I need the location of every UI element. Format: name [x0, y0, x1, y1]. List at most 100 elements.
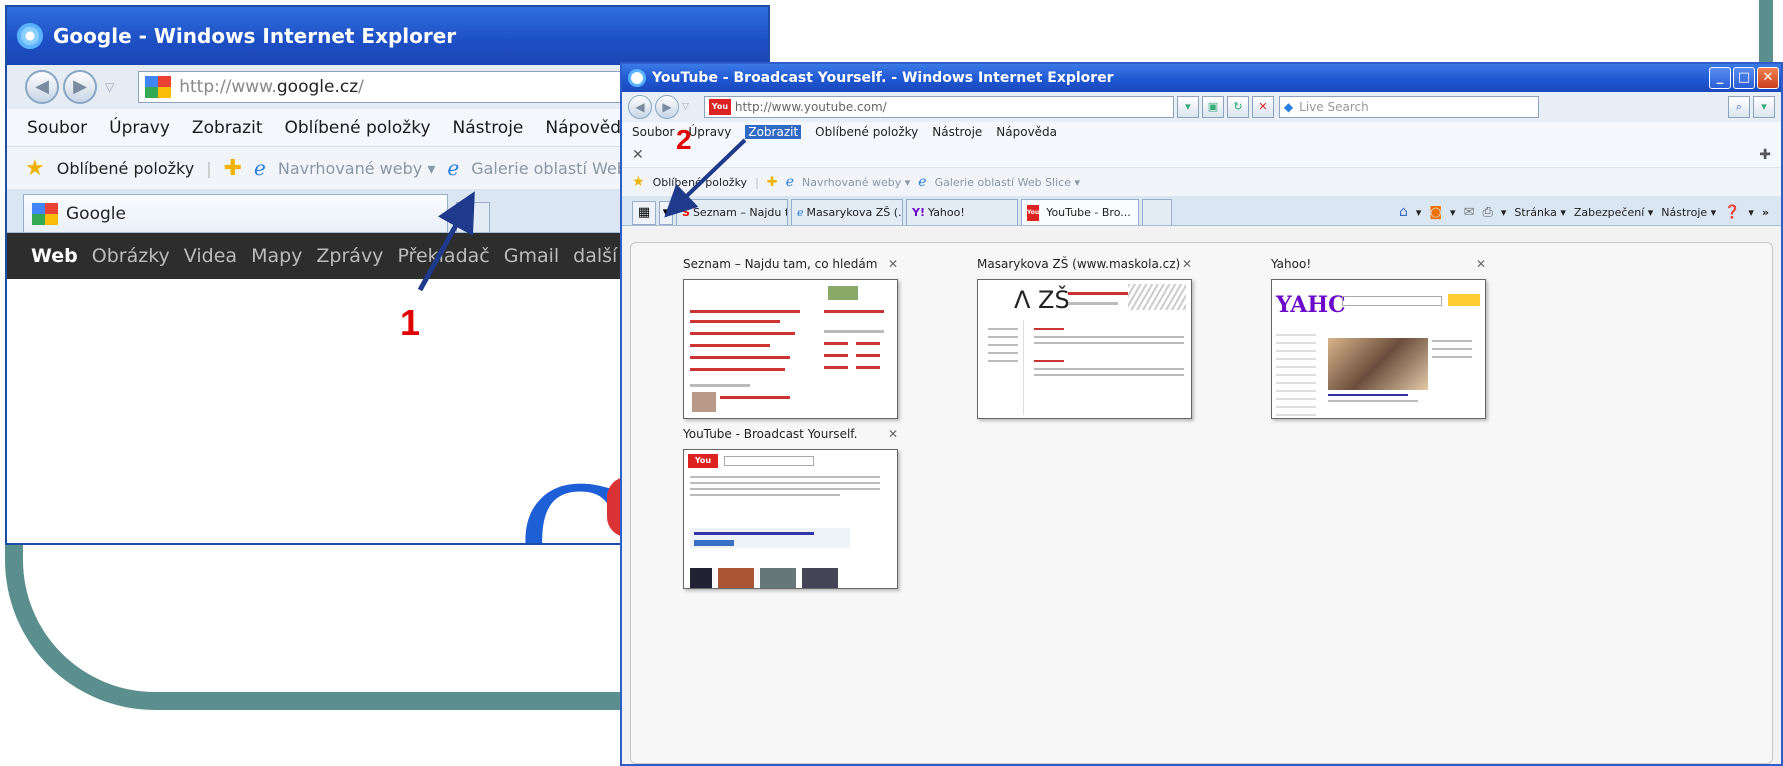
yahoo-logo: YAHC	[1276, 292, 1346, 318]
safety-menu[interactable]: Zabezpečení ▾	[1574, 206, 1653, 219]
help-dropdown-icon[interactable]: ▾	[1748, 206, 1754, 219]
chevron-more-icon[interactable]: »	[1762, 206, 1769, 219]
add-favorite-icon[interactable]: ✚	[767, 175, 778, 190]
ie-logo-icon	[628, 69, 646, 87]
back-button[interactable]: ◀	[25, 70, 59, 104]
favorites-star-icon[interactable]: ★	[632, 174, 645, 190]
new-tab-button[interactable]	[456, 202, 490, 232]
annotation-number-2: 2	[676, 124, 692, 155]
seznam-favicon-icon: S	[682, 206, 690, 219]
address-suffix: /	[358, 77, 364, 97]
print-icon[interactable]: ⎙	[1482, 205, 1492, 220]
quick-tab-yahoo[interactable]: Yahoo! ✕ YAHC	[1271, 257, 1486, 419]
home-dropdown-icon[interactable]: ▾	[1416, 206, 1422, 219]
quick-tab-thumbnail[interactable]: YAHC	[1271, 279, 1486, 419]
tab-google[interactable]: Google	[23, 194, 448, 232]
tab-yahoo[interactable]: Y! Yahoo!	[906, 199, 1018, 225]
google-nav-videos[interactable]: Videa	[184, 245, 237, 267]
menu-oblibene[interactable]: Oblíbené položky	[815, 125, 918, 139]
feeds-dropdown-icon[interactable]: ▾	[1450, 206, 1456, 219]
suggested-sites-button[interactable]: Navrhované weby ▾	[802, 176, 910, 189]
print-dropdown-icon[interactable]: ▾	[1501, 206, 1507, 219]
minimize-button[interactable]: _	[1709, 67, 1731, 89]
history-dropdown-icon[interactable]: ▽	[682, 102, 689, 112]
stop-button[interactable]: ✕	[1251, 96, 1274, 118]
tab-masarykova[interactable]: ℯ Masarykova ZŠ (...	[791, 199, 903, 225]
favorites-star-icon[interactable]: ★	[25, 156, 45, 181]
quick-tab-thumbnail[interactable]: Λ ZŠ	[977, 279, 1192, 419]
web-slice-gallery-button[interactable]: Galerie oblastí Web Slice ▾	[935, 176, 1080, 189]
close-bar-icon[interactable]: ✕	[632, 147, 644, 163]
close-tab-icon[interactable]: ✕	[1138, 206, 1139, 219]
close-window-button[interactable]: ✕	[1757, 67, 1779, 89]
address-bar[interactable]: http://www. google.cz /	[138, 71, 699, 103]
quick-tab-youtube[interactable]: YouTube - Broadcast Yourself. ✕ You	[683, 427, 898, 589]
close-quick-tab-icon[interactable]: ✕	[1476, 257, 1486, 279]
quick-tab-thumbnail[interactable]	[683, 279, 898, 419]
quick-tabs-view: Seznam – Najdu tam, co hledám ✕ Masaryko…	[630, 242, 1773, 764]
favorites-button[interactable]: Oblíbené položky	[653, 176, 748, 189]
google-nav-translate[interactable]: Překladač	[397, 245, 489, 267]
tools-menu[interactable]: Nástroje ▾	[1661, 206, 1716, 219]
favorites-bar: ★ Oblíbené položky | ✚ ℯ Navrhované weby…	[622, 168, 1781, 196]
close-quick-tab-icon[interactable]: ✕	[888, 427, 898, 449]
menu-nastroje[interactable]: Nástroje	[453, 118, 524, 138]
menu-nastroje[interactable]: Nástroje	[932, 125, 982, 139]
menu-oblibene[interactable]: Oblíbené položky	[284, 118, 430, 138]
address-bar[interactable]: You http://www.youtube.com/	[703, 96, 1174, 118]
history-dropdown-icon[interactable]: ▽	[105, 80, 114, 94]
quick-tab-masarykova[interactable]: Masarykova ZŠ (www.maskola.cz) ✕ Λ ZŠ	[977, 257, 1192, 419]
new-tab-button[interactable]	[1142, 199, 1172, 225]
search-options-button[interactable]: ▾	[1753, 96, 1775, 118]
window-title-bar[interactable]: YouTube - Broadcast Yourself. - Windows …	[622, 64, 1781, 92]
menu-zobrazit[interactable]: Zobrazit	[745, 125, 802, 139]
window-title-bar[interactable]: Google - Windows Internet Explorer	[7, 7, 768, 65]
page-menu[interactable]: Stránka ▾	[1514, 206, 1565, 219]
menu-bar: Soubor Úpravy Zobrazit Oblíbené položky …	[622, 122, 1781, 142]
forward-button[interactable]: ▶	[63, 70, 97, 104]
add-favorite-icon[interactable]: ✚	[224, 156, 242, 181]
live-search-input[interactable]: ◆ Live Search	[1278, 96, 1539, 118]
google-nav-web[interactable]: Web	[31, 245, 78, 267]
tab-youtube[interactable]: You YouTube - Bro... ✕	[1021, 199, 1139, 225]
close-quick-tab-icon[interactable]: ✕	[1182, 257, 1192, 279]
google-nav-news[interactable]: Zprávy	[316, 245, 383, 267]
youtube-favicon-icon: You	[708, 99, 731, 115]
suggested-sites-button[interactable]: Navrhované weby ▾	[278, 159, 435, 178]
home-icon[interactable]: ⌂	[1399, 204, 1408, 220]
refresh-button[interactable]: ↻	[1226, 96, 1249, 118]
menu-napoveda[interactable]: Nápověda	[545, 118, 631, 138]
quick-tabs-icon[interactable]: ▦	[632, 201, 656, 225]
command-bar: ⌂ ▾ ◙ ▾ ✉ ⎙ ▾ Stránka ▾ Zabezpečení ▾ Ná…	[1399, 204, 1781, 225]
mail-icon[interactable]: ✉	[1464, 205, 1475, 220]
tab-label: Yahoo!	[927, 206, 965, 219]
back-button[interactable]: ◀	[628, 95, 652, 119]
menu-soubor[interactable]: Soubor	[632, 125, 674, 139]
compatibility-view-icon[interactable]: ▣	[1201, 96, 1224, 118]
address-toolbar: ◀ ▶ ▽ You http://www.youtube.com/ ▾ ▣ ↻ …	[622, 92, 1781, 122]
favorites-button[interactable]: Oblíbené položky	[57, 159, 194, 178]
quick-tab-seznam[interactable]: Seznam – Najdu tam, co hledám ✕	[683, 257, 898, 419]
tab-list-dropdown-icon[interactable]: ▾	[659, 201, 673, 225]
google-nav-gmail[interactable]: Gmail	[504, 245, 559, 267]
menu-upravy[interactable]: Úpravy	[688, 125, 731, 139]
help-icon[interactable]: ❓	[1724, 205, 1740, 220]
menu-napoveda[interactable]: Nápověda	[996, 125, 1057, 139]
close-quick-tab-icon[interactable]: ✕	[888, 257, 898, 279]
web-slice-icon: ℯ	[918, 174, 927, 190]
menu-upravy[interactable]: Úpravy	[109, 118, 170, 138]
google-nav-images[interactable]: Obrázky	[92, 245, 170, 267]
forward-button[interactable]: ▶	[655, 95, 679, 119]
search-icon[interactable]: ⌕	[1728, 96, 1750, 118]
tab-label: Seznam – Najdu t...	[692, 206, 787, 219]
tab-seznam[interactable]: S Seznam – Najdu t...	[676, 199, 788, 225]
google-nav-maps[interactable]: Mapy	[251, 245, 302, 267]
maximize-button[interactable]: □	[1733, 67, 1755, 89]
feeds-icon[interactable]: ◙	[1429, 205, 1442, 220]
menu-zobrazit[interactable]: Zobrazit	[192, 118, 263, 138]
live-search-placeholder: Live Search	[1299, 100, 1369, 114]
add-icon[interactable]: ✚	[1759, 147, 1771, 163]
quick-tab-thumbnail[interactable]: You	[683, 449, 898, 589]
address-dropdown-button[interactable]: ▾	[1176, 96, 1199, 118]
menu-soubor[interactable]: Soubor	[27, 118, 87, 138]
